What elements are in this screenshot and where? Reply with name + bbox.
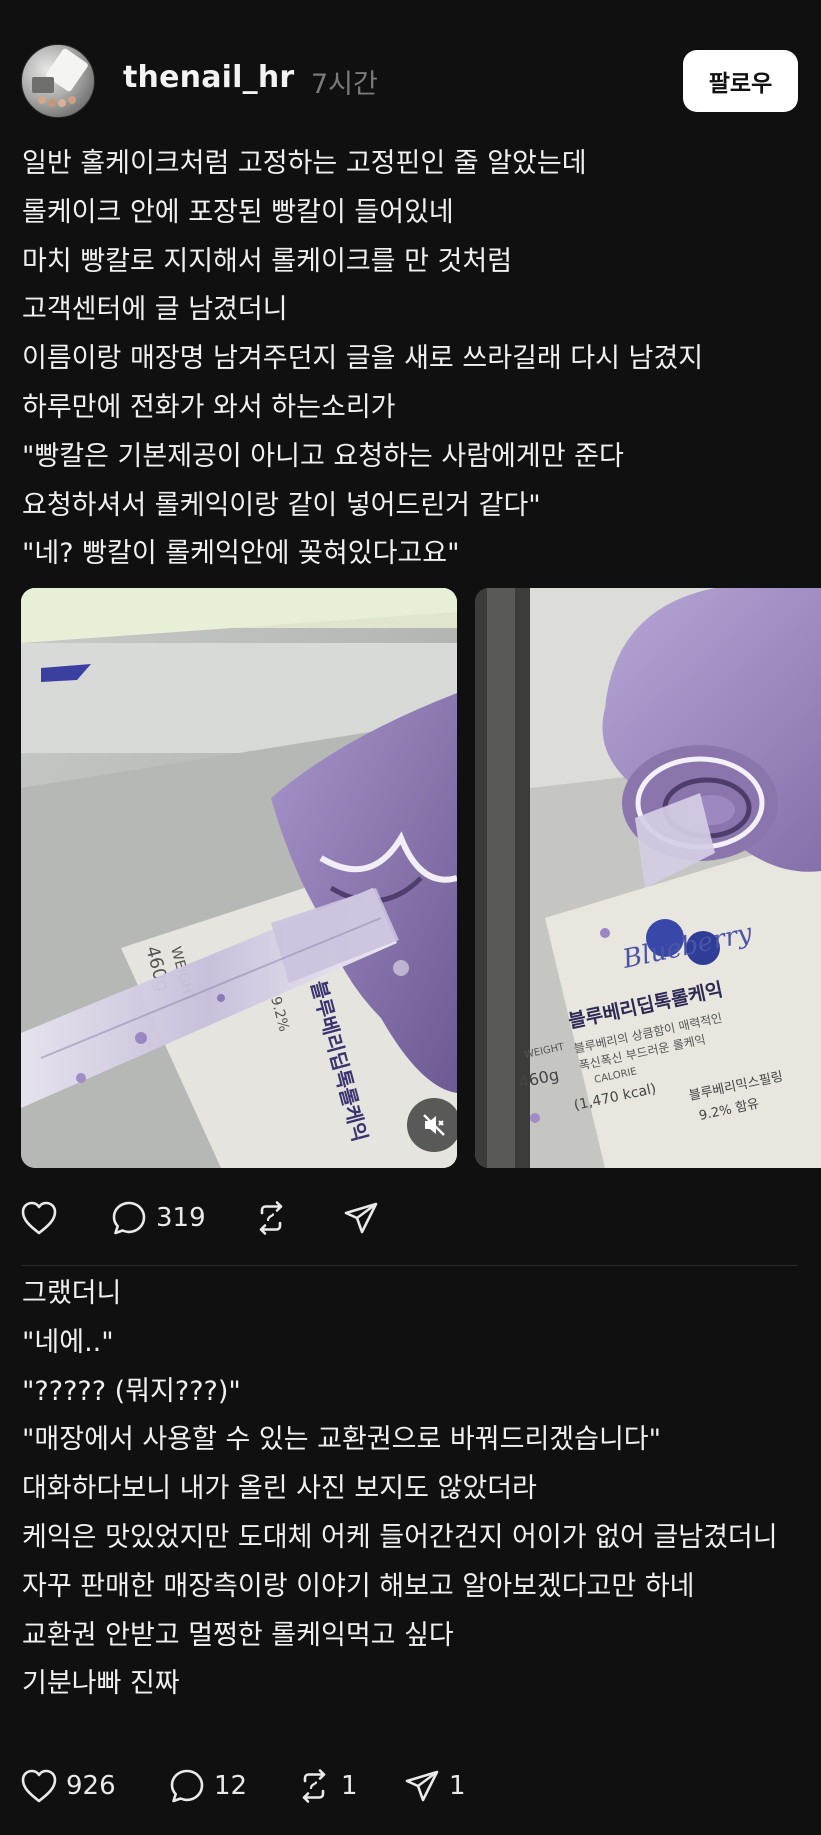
reply-like-count: 926 bbox=[66, 1771, 116, 1801]
comment-icon bbox=[112, 1201, 146, 1235]
post-video-1[interactable]: WEIGHT 460g 블루베리딥톡롤케익 9.2% bbox=[21, 588, 457, 1168]
reply-share-count: 1 bbox=[449, 1771, 466, 1801]
share-icon bbox=[344, 1202, 378, 1234]
follow-button[interactable]: 팔로우 bbox=[683, 50, 798, 112]
repost-button[interactable] bbox=[252, 1196, 298, 1240]
post-header: thenail_hr 7시간 팔로우 bbox=[21, 44, 798, 118]
reply-actions: 926 12 1 1 bbox=[20, 1764, 620, 1808]
share-button[interactable] bbox=[342, 1196, 388, 1240]
post-body-text: 일반 홀케이크처럼 고정하는 고정핀인 줄 알았는데 롤케이크 안에 포장된 빵… bbox=[22, 148, 704, 570]
share-icon bbox=[405, 1770, 439, 1802]
post-image-2[interactable]: Blueberry 블루베리딥톡롤케익 블루베리의 상큼함이 매력적인 폭신폭신… bbox=[475, 588, 821, 1168]
comment-icon bbox=[170, 1769, 204, 1803]
avatar[interactable] bbox=[21, 44, 95, 118]
mute-toggle[interactable] bbox=[407, 1098, 457, 1152]
repost-icon bbox=[259, 1201, 283, 1235]
like-button[interactable] bbox=[20, 1196, 66, 1240]
cake-photo-1: WEIGHT 460g 블루베리딥톡롤케익 9.2% bbox=[21, 588, 457, 1168]
reply-comment-count: 12 bbox=[214, 1771, 248, 1801]
post-timestamp: 7시간 bbox=[311, 69, 378, 100]
reply-repost-count: 1 bbox=[341, 1771, 358, 1801]
heart-icon bbox=[21, 1769, 57, 1803]
media-carousel[interactable]: WEIGHT 460g 블루베리딥톡롤케익 9.2% bbox=[21, 588, 821, 1168]
threads-post-page: thenail_hr 7시간 팔로우 일반 홀케이크처럼 고정하는 고정핀인 줄… bbox=[0, 0, 821, 1835]
mute-icon bbox=[423, 1114, 445, 1136]
repost-icon bbox=[302, 1769, 326, 1803]
username[interactable]: thenail_hr bbox=[123, 60, 294, 95]
comment-count: 319 bbox=[156, 1203, 206, 1233]
reply-like-button[interactable]: 926 bbox=[20, 1764, 116, 1808]
heart-icon bbox=[21, 1201, 57, 1235]
reply-share-button[interactable]: 1 bbox=[403, 1764, 466, 1808]
reply-body-text: 그랬더니 "네에.." "????? (뭐지???)" "매장에서 사용할 수 … bbox=[22, 1278, 778, 1700]
comment-button[interactable]: 319 bbox=[110, 1196, 206, 1240]
thread-divider bbox=[21, 1265, 798, 1266]
reply-repost-button[interactable]: 1 bbox=[295, 1764, 358, 1808]
reply-comment-button[interactable]: 12 bbox=[168, 1764, 247, 1808]
cake-photo-2: Blueberry 블루베리딥톡롤케익 블루베리의 상큼함이 매력적인 폭신폭신… bbox=[475, 588, 821, 1168]
avatar-image bbox=[32, 48, 88, 107]
post-actions: 319 bbox=[20, 1196, 520, 1240]
